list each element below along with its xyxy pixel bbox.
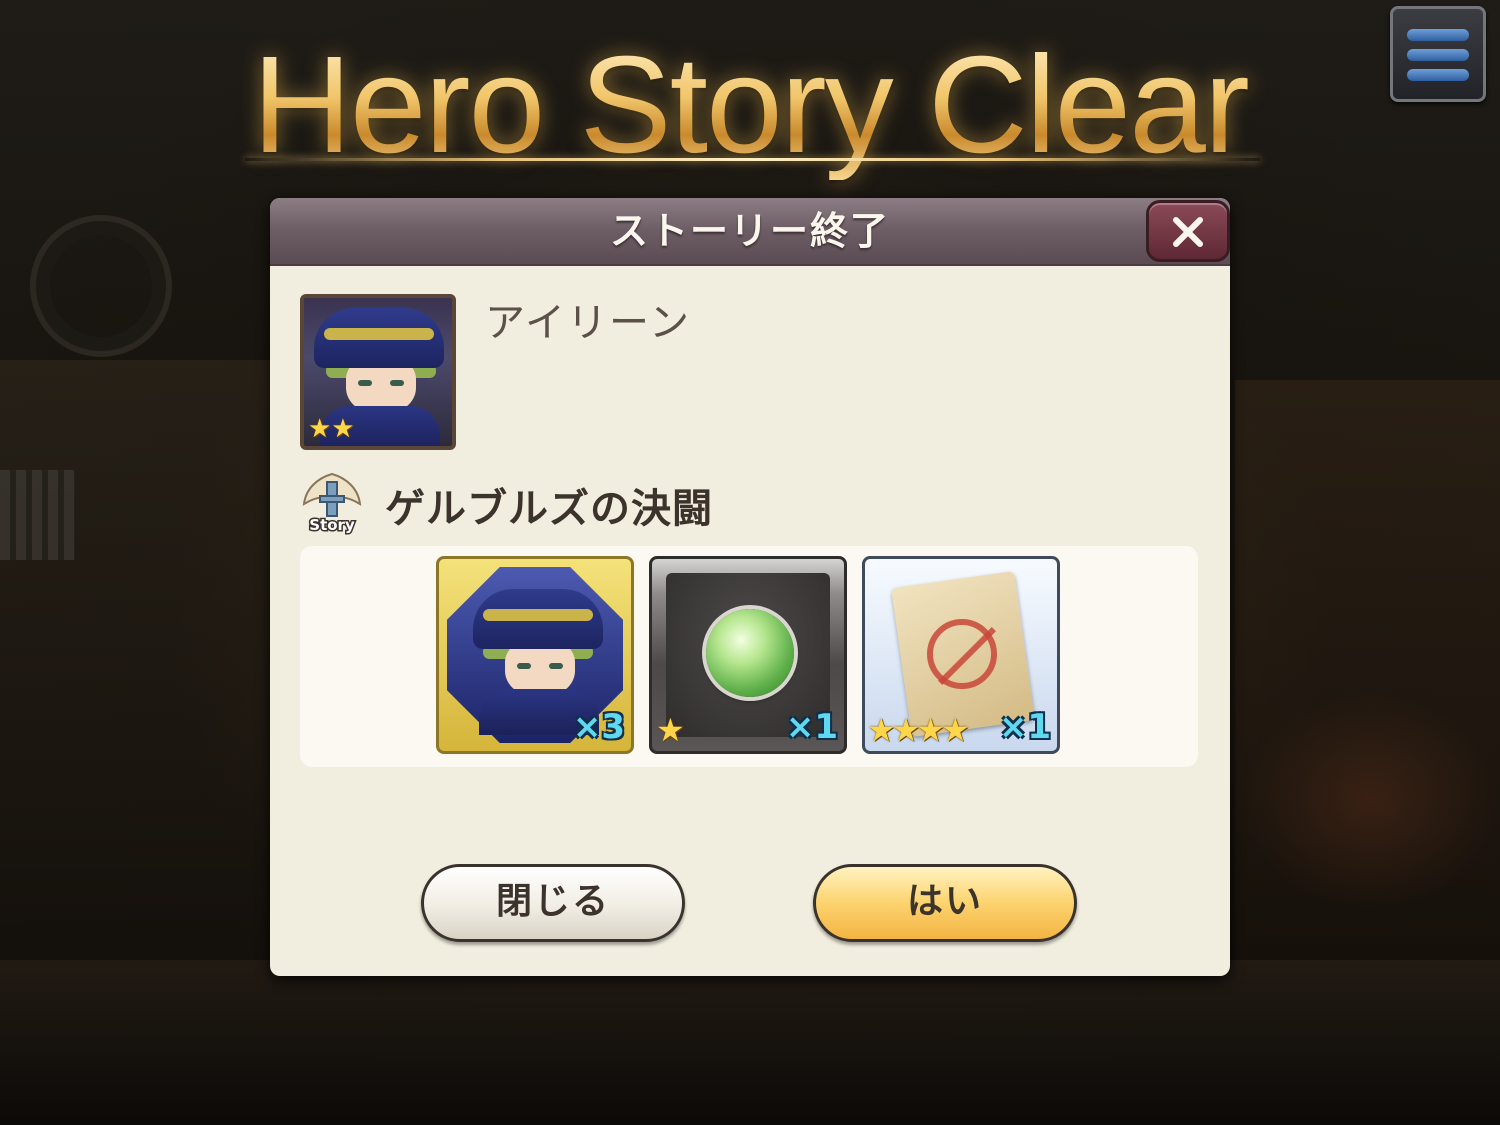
hamburger-menu-icon [1407,29,1469,41]
portrait-eye [549,663,563,669]
close-button[interactable]: 閉じる [421,864,685,942]
hero-portrait: ★★ [300,294,456,450]
hero-rarity-stars: ★★ [308,414,355,444]
background-emblem [30,215,172,357]
reward-rarity-stars: ★★★★ [867,711,970,749]
background-floor [0,960,1500,1125]
menu-button[interactable] [1390,6,1486,102]
hamburger-menu-icon-bar [1407,49,1469,61]
game-screen: Hero Story Clear ストーリー終了 ★★ アイリーン Story … [0,0,1500,1125]
hero-name: アイリーン [485,300,691,346]
reward-scroll[interactable]: ★★★★ ×1 [862,556,1060,754]
reward-rarity-stars: ★ [656,711,685,749]
background-window [0,470,75,560]
yes-button[interactable]: はい [813,864,1077,942]
scroll-sigil [927,619,997,689]
banner-underline [245,158,1260,161]
story-complete-dialog: ストーリー終了 ★★ アイリーン Story ゲルブルズの決闘 ×3 ★ ×1 … [270,198,1230,976]
story-title: ゲルブルズの決闘 [385,486,713,532]
portrait-eye [358,380,372,386]
portrait-eye [390,380,404,386]
green-orb-icon [706,609,794,697]
reward-green-orb[interactable]: ★ ×1 [649,556,847,754]
reward-hero-fragment[interactable]: ×3 [436,556,634,754]
hamburger-menu-icon-bar [1407,69,1469,81]
background-wall-left [0,360,270,960]
close-x-icon[interactable] [1146,200,1230,262]
portrait-hat-band [483,609,593,621]
portrait-hat-band [324,328,434,340]
portrait-eye [517,663,531,669]
story-badge-icon: Story [302,472,362,536]
background-leaves [1240,690,1500,910]
dialog-title: ストーリー終了 [609,209,890,253]
reward-quantity: ×3 [572,707,625,747]
reward-quantity: ×1 [998,707,1051,747]
reward-panel: ×3 ★ ×1 ★★★★ ×1 [300,546,1198,767]
story-badge-label: Story [309,516,355,534]
reward-quantity: ×1 [785,707,838,747]
